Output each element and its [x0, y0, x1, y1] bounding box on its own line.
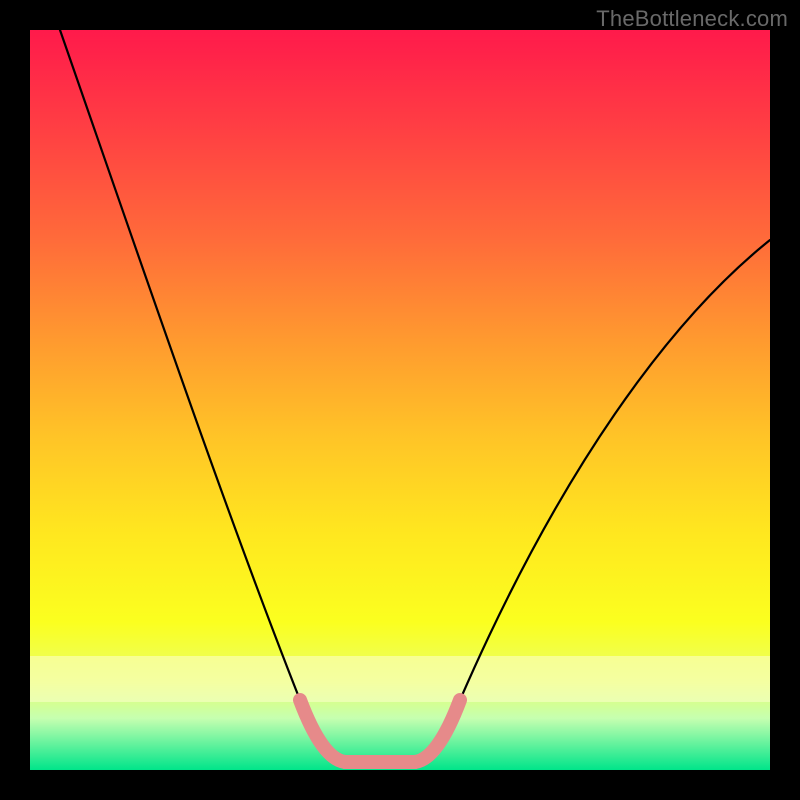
bottleneck-curve-chart [0, 0, 800, 800]
watermark-text: TheBottleneck.com [596, 6, 788, 32]
chart-container: TheBottleneck.com [0, 0, 800, 800]
highlight-band [30, 656, 770, 702]
